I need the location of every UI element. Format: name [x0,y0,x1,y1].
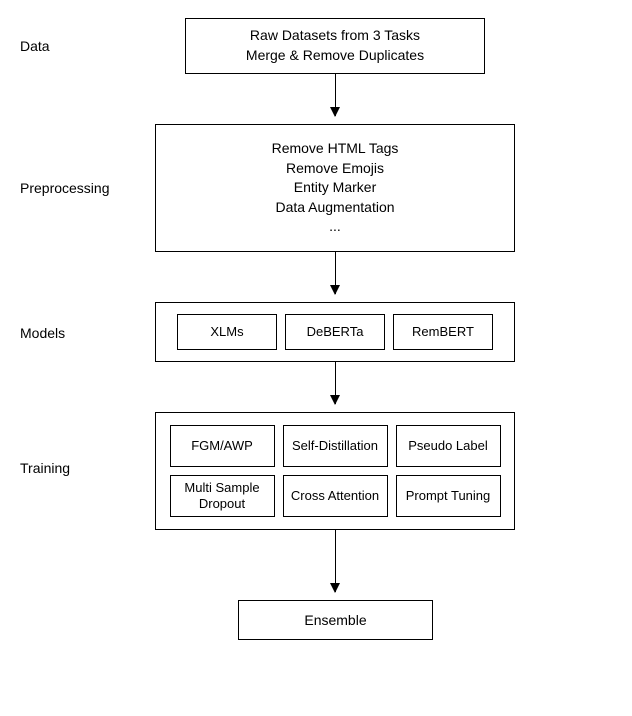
train-fgm-awp: FGM/AWP [170,425,275,467]
prep-line-4: ... [329,217,341,237]
training-box: FGM/AWP Self-Distillation Pseudo Label M… [155,412,515,530]
data-line-0: Raw Datasets from 3 Tasks [250,26,420,46]
arrow-2 [335,252,336,294]
data-line-1: Merge & Remove Duplicates [246,46,424,66]
stage-label-training: Training [20,460,70,476]
arrow-1 [335,74,336,116]
pipeline-diagram: Data Raw Datasets from 3 Tasks Merge & R… [0,0,632,716]
ensemble-label: Ensemble [304,612,366,628]
prep-line-1: Remove Emojis [286,159,384,179]
stage-label-preprocessing: Preprocessing [20,180,110,196]
train-cross-attention: Cross Attention [283,475,388,517]
models-grid: XLMs DeBERTa RemBERT [164,314,506,350]
training-grid: FGM/AWP Self-Distillation Pseudo Label M… [164,425,506,517]
model-xlms: XLMs [177,314,277,350]
train-multi-sample-dropout: Multi Sample Dropout [170,475,275,517]
prep-line-0: Remove HTML Tags [272,139,399,159]
data-box: Raw Datasets from 3 Tasks Merge & Remove… [185,18,485,74]
arrow-3 [335,362,336,404]
train-pseudo-label: Pseudo Label [396,425,501,467]
arrow-4 [335,530,336,592]
train-self-distillation: Self-Distillation [283,425,388,467]
ensemble-box: Ensemble [238,600,433,640]
model-deberta: DeBERTa [285,314,385,350]
prep-line-3: Data Augmentation [275,198,394,218]
preprocessing-box: Remove HTML Tags Remove Emojis Entity Ma… [155,124,515,252]
train-prompt-tuning: Prompt Tuning [396,475,501,517]
model-rembert: RemBERT [393,314,493,350]
stage-label-models: Models [20,325,65,341]
models-box: XLMs DeBERTa RemBERT [155,302,515,362]
stage-label-data: Data [20,38,50,54]
prep-line-2: Entity Marker [294,178,376,198]
